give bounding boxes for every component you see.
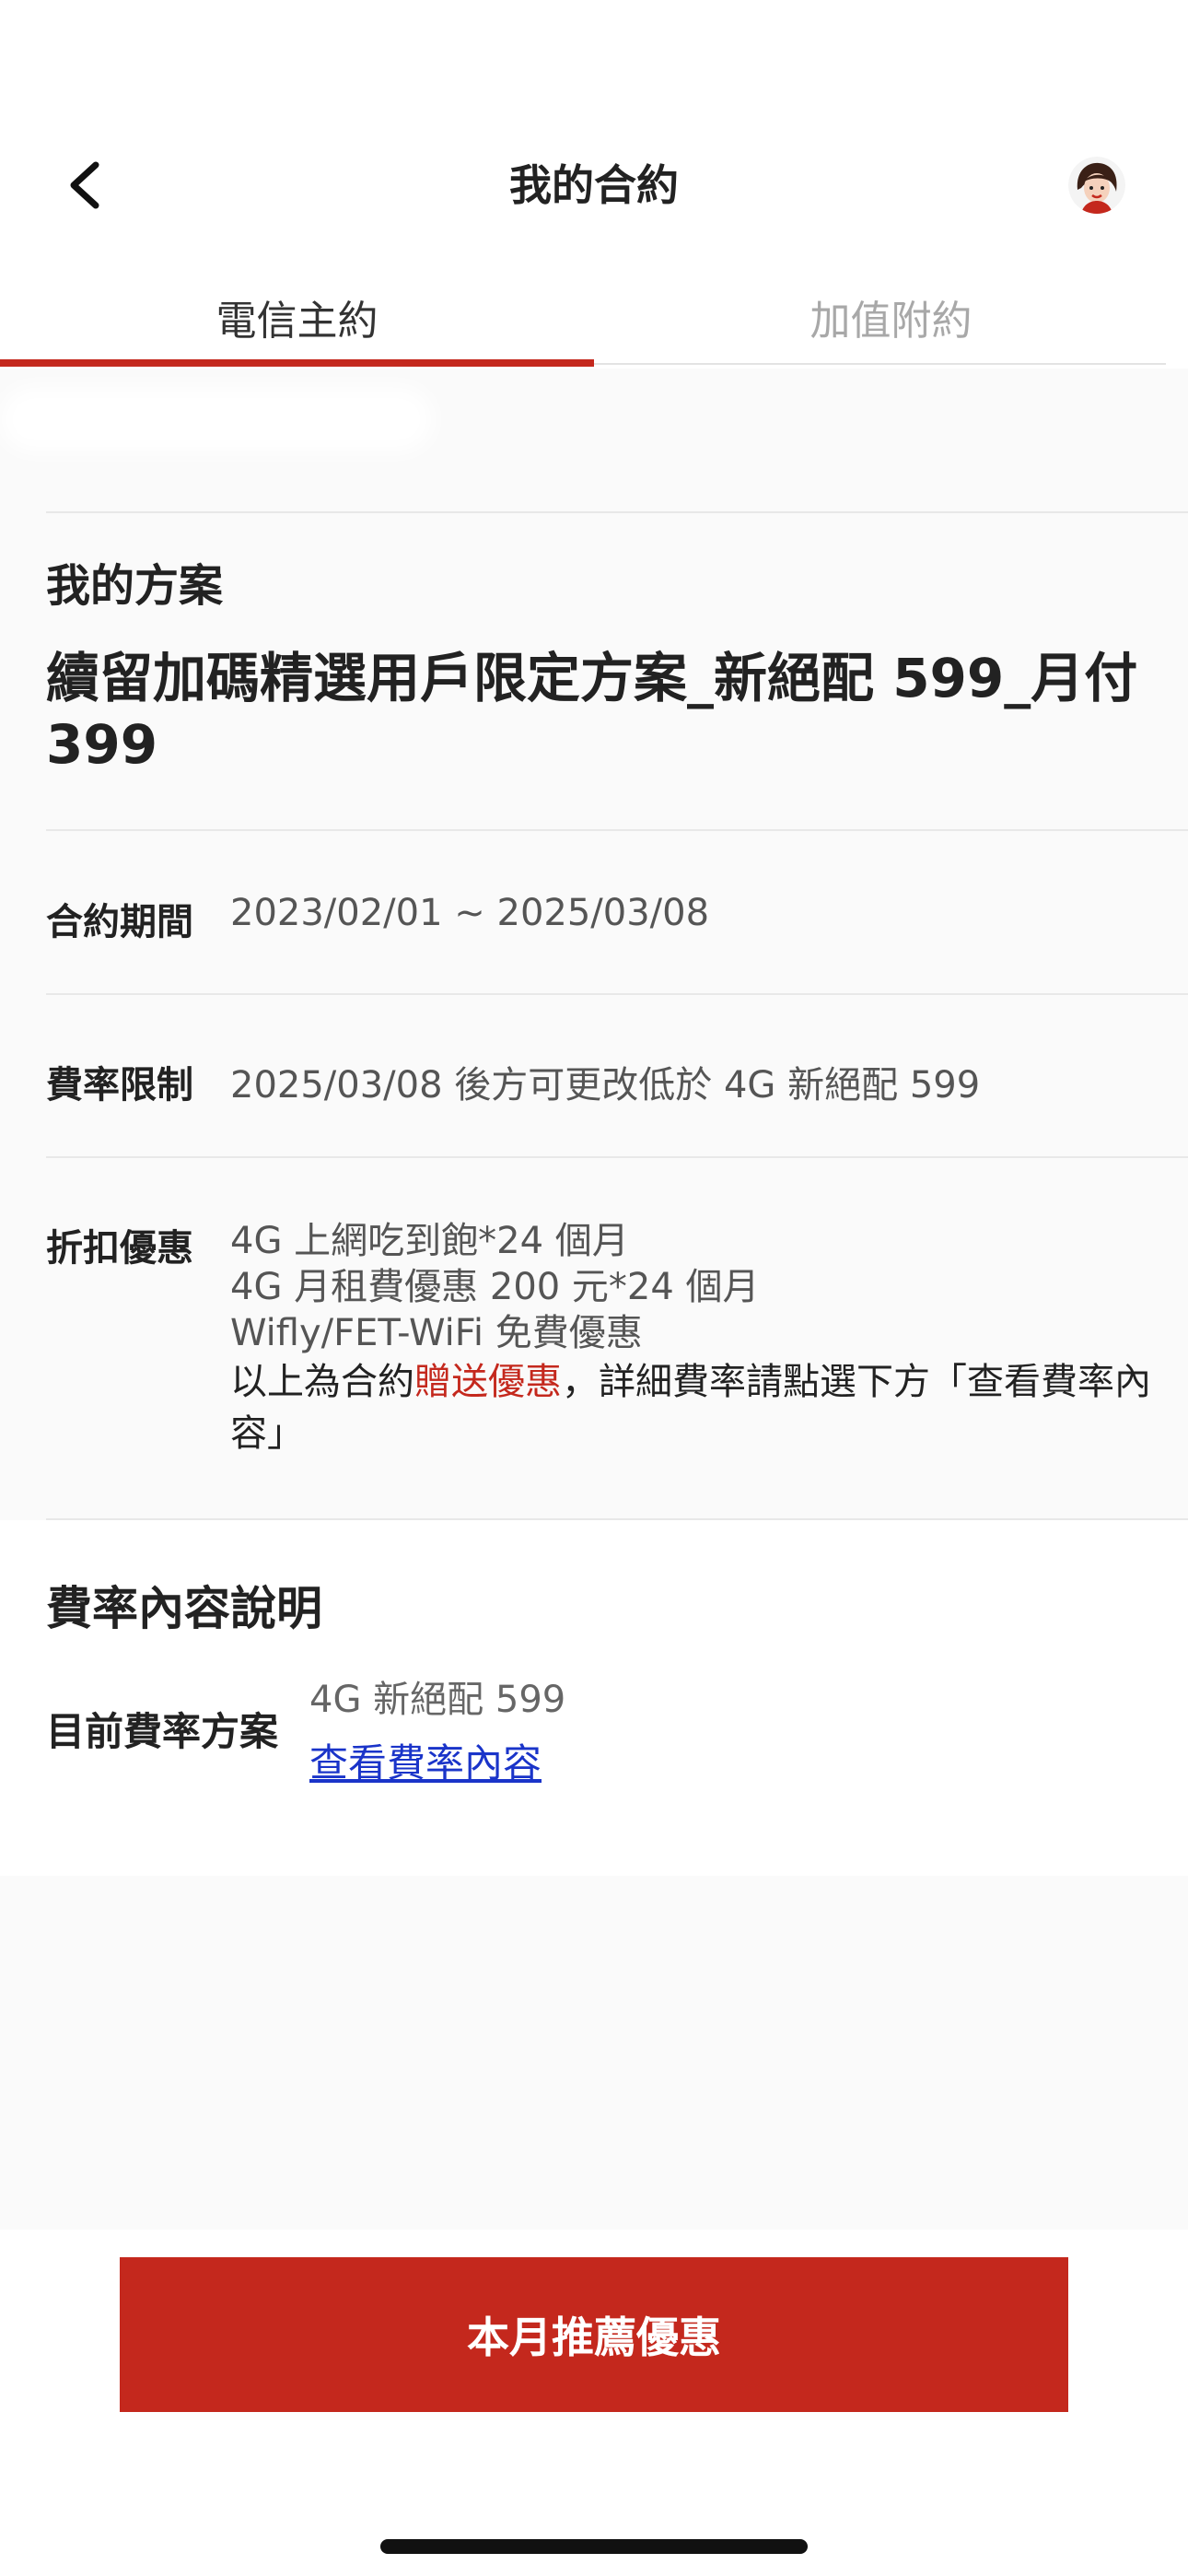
view-rate-link[interactable]: 查看費率內容 (309, 1732, 542, 1788)
avatar[interactable] (1068, 157, 1125, 214)
plan-section-label: 我的方案 (46, 560, 224, 612)
tab-value-added[interactable]: 加值附約 (594, 267, 1188, 367)
page-title: 我的合約 (509, 160, 679, 210)
plan-name: 續留加碼精選用戶限定方案_新絕配 599_月付 399 (46, 647, 1138, 776)
tab-telecom-main[interactable]: 電信主約 (0, 267, 594, 367)
rate-section-title: 費率內容說明 (46, 1582, 322, 1635)
tab-bar: 電信主約 加值附約 (0, 267, 1188, 369)
period-value: 2023/02/01 ~ 2025/03/08 (230, 892, 710, 934)
user-avatar-icon (1068, 157, 1125, 214)
discount-item: Wifly/FET-WiFi 免費優惠 (230, 1312, 643, 1354)
note-highlight: 贈送優惠 (414, 1361, 562, 1403)
current-rate-label: 目前費率方案 (46, 1709, 279, 1754)
redacted-bar (0, 387, 433, 451)
rate-limit-value: 2025/03/08 後方可更改低於 4G 新絕配 599 (230, 1064, 981, 1107)
spacer-area (0, 1876, 1188, 2230)
divider (46, 829, 1188, 831)
home-indicator (380, 2539, 808, 2554)
active-tab-indicator (0, 359, 594, 367)
header: 我的合約 (0, 0, 1188, 240)
period-label: 合約期間 (46, 901, 193, 943)
discount-list: 4G 上網吃到飽*24 個月 4G 月租費優惠 200 元*24 個月 Wifl… (230, 1218, 1151, 1356)
discount-note: 以上為合約贈送優惠，詳細費率請點選下方「查看費率內容」 (230, 1356, 1151, 1459)
divider (46, 1518, 1188, 1520)
monthly-offers-button[interactable]: 本月推薦優惠 (120, 2257, 1068, 2412)
divider (46, 511, 1188, 513)
page: 我的合約 電信主約 加值附約 我的方案 續留加碼精選用戶限定方案_新絕配 599… (0, 0, 1188, 2576)
discount-label: 折扣優惠 (46, 1227, 193, 1270)
current-rate-value: 4G 新絕配 599 (309, 1679, 566, 1721)
note-prefix: 以上為合約 (230, 1361, 414, 1403)
discount-item: 4G 上網吃到飽*24 個月 (230, 1220, 629, 1262)
discount-item: 4G 月租費優惠 200 元*24 個月 (230, 1266, 760, 1308)
divider (46, 993, 1188, 995)
divider (46, 1156, 1188, 1158)
rate-limit-label: 費率限制 (46, 1064, 193, 1107)
